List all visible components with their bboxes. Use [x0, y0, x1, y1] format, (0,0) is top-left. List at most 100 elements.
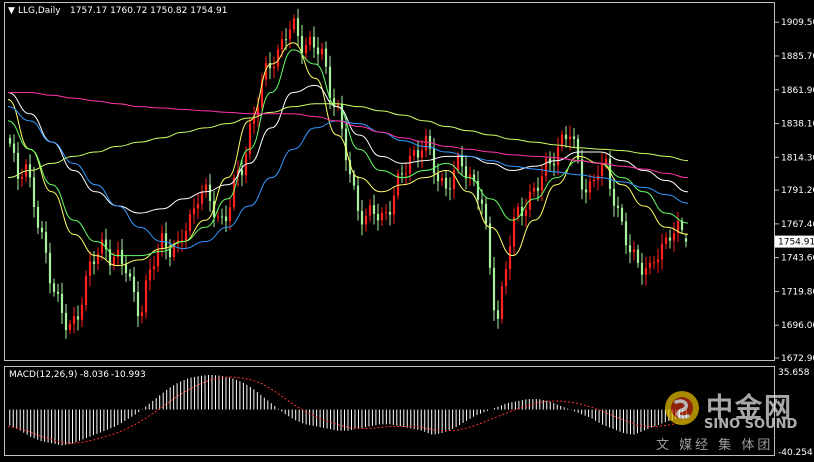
candle-body: [448, 188, 452, 190]
candle-body: [568, 136, 572, 140]
macd-tick-label: 35.658: [778, 368, 810, 378]
candle-body: [424, 135, 428, 151]
candle-body: [152, 266, 156, 270]
candle-body: [492, 267, 496, 311]
candle-body: [512, 217, 516, 247]
candle-body: [488, 223, 492, 268]
candle-body: [304, 45, 308, 54]
candle-body: [168, 248, 172, 258]
candle-body: [504, 269, 508, 287]
candle-body: [60, 293, 64, 313]
price-tick-label: 1696.00: [781, 321, 814, 331]
candle-body: [536, 187, 540, 191]
candle-body: [36, 207, 40, 228]
candle-body: [588, 181, 592, 193]
candle-body: [20, 176, 24, 179]
candle-body: [92, 261, 96, 265]
price-pane[interactable]: [4, 2, 775, 361]
candle-body: [316, 47, 320, 55]
candle-body: [652, 262, 656, 264]
candle-body: [312, 36, 316, 48]
candle-body: [500, 286, 504, 319]
candle-body: [444, 177, 448, 189]
candle-body: [308, 36, 312, 46]
candle-body: [208, 184, 212, 202]
candle-body: [44, 232, 48, 253]
price-tick-label: 1861.90: [781, 86, 814, 96]
price-tick-label: 1719.80: [781, 287, 814, 297]
candle-body: [508, 246, 512, 270]
candle-body: [644, 267, 648, 275]
candle-body: [540, 176, 544, 191]
candle-body: [76, 316, 80, 320]
candle-body: [524, 209, 528, 217]
candle-body: [656, 259, 660, 263]
candle-body: [280, 39, 284, 50]
watermark-en-name: SINO SOUND: [704, 417, 798, 432]
candle-body: [276, 49, 280, 67]
price-axis: 1909.50 1885.70 1861.90 1838.10 1814.30 1791.…: [775, 18, 814, 364]
candle-body: [404, 173, 408, 175]
candle-body: [80, 305, 84, 320]
candle-body: [380, 212, 384, 221]
price-tick-label: 1814.30: [781, 153, 814, 163]
candle-body: [420, 150, 424, 158]
candle-body: [620, 207, 624, 222]
price-tick-label: 1885.70: [781, 52, 814, 62]
candle-body: [140, 312, 144, 317]
candle-body: [484, 203, 488, 224]
candle-body: [372, 205, 376, 214]
candle-body: [96, 253, 100, 265]
candle-body: [220, 216, 224, 218]
macd-value: -8.036: [80, 370, 109, 380]
candle-body: [52, 283, 56, 292]
candle-body: [592, 179, 596, 182]
candle-body: [604, 158, 608, 164]
candle-body: [532, 187, 536, 192]
candle-body: [416, 150, 420, 158]
candle-body: [456, 155, 460, 171]
candle-body: [352, 174, 356, 186]
candle-body: [292, 18, 296, 30]
candle-body: [84, 275, 88, 306]
candle-body: [120, 249, 124, 264]
candle-body: [296, 18, 300, 36]
candle-body: [88, 261, 92, 276]
candle-body: [184, 230, 188, 241]
sino-sound-watermark: 中金网 SINO SOUND 文 媒经 集 体团: [656, 386, 812, 460]
candle-body: [624, 221, 628, 246]
watermark-sub-text: 文 媒经 集 体团: [656, 438, 774, 453]
candle-body: [628, 245, 632, 253]
macd-signal-value: -10.993: [111, 370, 146, 380]
candle-body: [400, 173, 404, 175]
candle-body: [56, 291, 60, 294]
price-tick-label: 1672.90: [781, 354, 814, 364]
candle-body: [324, 48, 328, 67]
candle-body: [664, 237, 668, 244]
candle-body: [128, 273, 132, 277]
candle-body: [192, 208, 196, 215]
candle-body: [224, 216, 228, 222]
candle-body: [648, 262, 652, 268]
candle-body: [572, 136, 576, 139]
candle-body: [432, 148, 436, 174]
price-tick-label: 1767.40: [781, 220, 814, 230]
candle-body: [552, 163, 556, 166]
candle-body: [616, 205, 620, 208]
candle-body: [40, 227, 44, 233]
candle-body: [480, 199, 484, 204]
price-tick-label: 1743.60: [781, 254, 814, 264]
candle-body: [136, 292, 140, 317]
macd-label: MACD(12,26,9): [9, 370, 77, 380]
candle-body: [272, 66, 276, 69]
candle-body: [440, 177, 444, 182]
candle-body: [388, 211, 392, 215]
candle-body: [632, 249, 636, 253]
collapse-glyph[interactable]: ▼: [8, 6, 15, 16]
candle-body: [48, 252, 52, 284]
candle-body: [356, 185, 360, 211]
candle-body: [436, 173, 440, 182]
price-tick-label: 1838.10: [781, 120, 814, 130]
candle-body: [344, 128, 348, 161]
candle-body: [684, 238, 688, 242]
